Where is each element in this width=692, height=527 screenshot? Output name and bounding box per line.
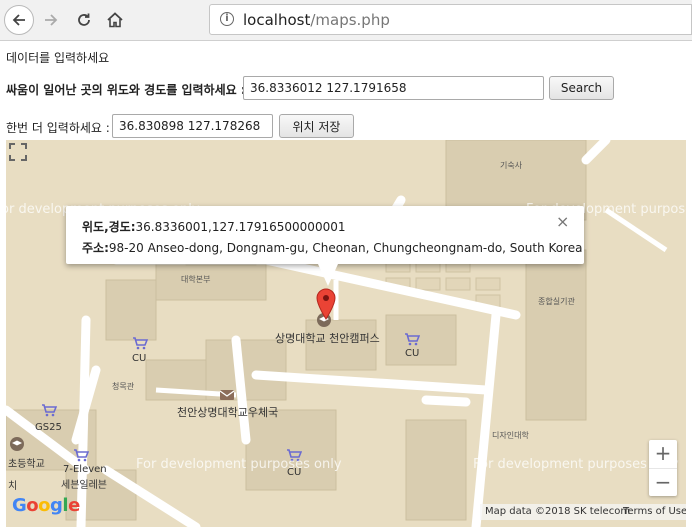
info-address-line: 주소:98-20 Anseo-dong, Dongnam-gu, Cheonan… xyxy=(82,239,583,256)
seven-eleven-store-icon xyxy=(74,449,89,462)
url-path: /maps.php xyxy=(310,11,390,29)
zoom-controls: + − xyxy=(649,440,677,496)
home-button[interactable] xyxy=(100,5,130,35)
label-elementary-school: 초등학교 xyxy=(8,459,45,470)
save-location-button[interactable]: 위치 저장 xyxy=(279,114,354,138)
info-coord-value: 36.8336001,127.17916500000001 xyxy=(135,220,346,234)
label-design-college: 디자인대학 xyxy=(492,431,529,440)
marker-info-window: 위도,경도:36.8336001,127.17916500000001 주소:9… xyxy=(66,206,584,286)
map-view[interactable]: 기숙사 대학본부 종합실기관 청목관 상명대학교 천안캠퍼스 천안상명대학교우체… xyxy=(6,140,686,527)
url-host: localhost xyxy=(243,11,311,29)
cu-store-icon-2 xyxy=(405,333,420,346)
info-address-value: 98-20 Anseo-dong, Dongnam-gu, Cheonan, C… xyxy=(108,241,583,255)
label-post-office: 천안상명대학교우체국 xyxy=(177,406,279,419)
coord-input[interactable] xyxy=(243,76,544,100)
reload-button[interactable] xyxy=(69,5,99,35)
again-label: 한번 더 입력하세요 : xyxy=(6,121,110,135)
info-coord-key: 위도,경도: xyxy=(82,220,136,234)
label-main-building: 대학본부 xyxy=(181,275,211,284)
map-data-attribution: Map data ©2018 SK telecom xyxy=(485,506,631,517)
school-icon-1 xyxy=(10,437,24,451)
home-icon xyxy=(107,12,123,28)
label-chi: 치 xyxy=(8,481,18,492)
location-marker-icon[interactable] xyxy=(316,288,336,320)
url-text: localhost/maps.php xyxy=(243,11,390,29)
label-cu-2: CU xyxy=(405,348,420,359)
cu-store-icon-1 xyxy=(133,337,148,350)
back-button[interactable] xyxy=(4,5,34,35)
dev-watermark-4: For development purposes only xyxy=(473,457,679,472)
info-address-key: 주소: xyxy=(82,241,109,255)
label-seven-eleven-kr: 세븐일레븐 xyxy=(61,480,107,491)
label-campus: 상명대학교 천안캠퍼스 xyxy=(275,332,380,345)
coord-label: 싸움이 일어난 곳의 위도와 경도를 입력하세요 : xyxy=(6,83,246,97)
forward-arrow-icon xyxy=(45,14,58,26)
terms-of-use-link[interactable]: Terms of Use xyxy=(623,506,686,517)
again-input[interactable] xyxy=(112,114,273,138)
label-cu-1: CU xyxy=(132,353,147,364)
reload-icon xyxy=(78,13,90,26)
label-sports-hall: 종합실기관 xyxy=(538,297,575,306)
address-bar[interactable]: i localhost/maps.php xyxy=(209,4,692,35)
label-dorm: 기숙사 xyxy=(500,161,523,170)
zoom-out-button[interactable]: − xyxy=(649,468,677,496)
back-arrow-icon xyxy=(12,14,25,26)
label-library: 청목관 xyxy=(112,382,135,391)
zoom-in-button[interactable]: + xyxy=(649,440,677,468)
site-info-icon[interactable]: i xyxy=(220,12,234,26)
fullscreen-icon[interactable] xyxy=(6,140,30,164)
google-logo: Google xyxy=(12,495,80,516)
search-button[interactable]: Search xyxy=(549,76,614,100)
forward-button[interactable] xyxy=(36,5,66,35)
browser-toolbar: i localhost/maps.php xyxy=(0,0,692,41)
intro-text: 데이터를 입력하세요 xyxy=(6,51,110,65)
post-office-icon xyxy=(219,390,235,400)
label-gs25: GS25 xyxy=(35,422,62,433)
label-seven-eleven-en: 7-Eleven xyxy=(63,464,107,475)
info-coord-line: 위도,경도:36.8336001,127.17916500000001 xyxy=(82,218,345,235)
info-window-tail xyxy=(318,264,338,286)
dev-watermark-3: For development purposes only xyxy=(136,457,342,472)
info-window-close-icon[interactable]: × xyxy=(556,212,569,231)
gs25-store-icon xyxy=(42,404,57,417)
